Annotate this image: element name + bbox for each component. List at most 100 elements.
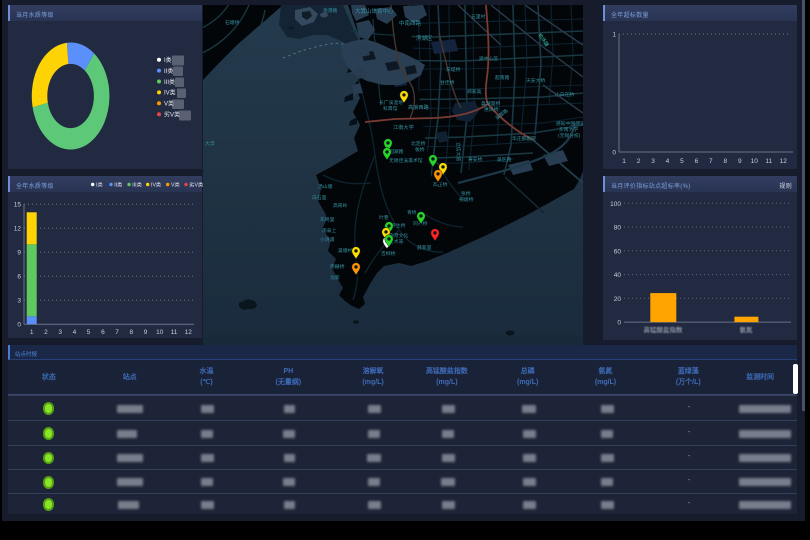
svg-text:吴塘村: 吴塘村 [338, 247, 353, 254]
svg-text:100: 100 [610, 201, 621, 208]
svg-text:无锡佳溪美术馆: 无锡佳溪美术馆 [389, 157, 423, 164]
svg-text:长广溪湿地: 长广溪湿地 [379, 99, 403, 106]
svg-text:郑家奥: 郑家奥 [467, 88, 482, 95]
svg-text:40: 40 [614, 272, 622, 279]
svg-text:0: 0 [17, 322, 21, 329]
svg-text:大浮: 大浮 [205, 140, 215, 147]
svg-text:10: 10 [751, 158, 759, 165]
svg-text:(无量纲): (无量纲) [276, 377, 302, 386]
svg-text:溶解氧: 溶解氧 [363, 366, 384, 375]
svg-text:7: 7 [709, 158, 713, 165]
svg-text:东南大学: 东南大学 [559, 126, 578, 133]
svg-text:6: 6 [17, 274, 21, 281]
svg-text:11: 11 [765, 158, 772, 165]
svg-text:高浪西路: 高浪西路 [408, 103, 430, 111]
svg-text:蠡湖里桥: 蠡湖里桥 [481, 100, 500, 107]
svg-text:高正桥: 高正桥 [433, 181, 448, 188]
svg-text:小湾浦: 小湾浦 [320, 236, 335, 243]
svg-text:80: 80 [614, 225, 622, 232]
svg-text:12: 12 [780, 158, 788, 165]
svg-text:3: 3 [17, 298, 21, 305]
svg-text:高奇岭: 高奇岭 [333, 202, 348, 209]
svg-text:北定桥: 北定桥 [411, 140, 426, 147]
svg-text:1: 1 [612, 32, 616, 39]
svg-text:吴区路: 吴区路 [497, 156, 512, 163]
svg-text:4: 4 [666, 158, 670, 165]
svg-text:氨氮: 氨氮 [740, 325, 754, 334]
svg-text:(mg/L): (mg/L) [595, 379, 616, 386]
svg-text:8: 8 [723, 158, 727, 165]
svg-text:I类: I类 [96, 181, 103, 189]
svg-text:东鸠里: 东鸠里 [320, 216, 335, 223]
svg-text:4: 4 [73, 329, 77, 336]
svg-text:II类: II类 [164, 67, 173, 75]
svg-text:8: 8 [129, 329, 133, 336]
svg-text:2: 2 [637, 158, 641, 165]
svg-text:氨氮: 氨氮 [599, 366, 613, 375]
svg-text:天安大桥: 天安大桥 [526, 77, 545, 84]
svg-text:惠风桥: 惠风桥 [484, 106, 499, 113]
svg-text:0: 0 [617, 320, 621, 327]
svg-text:水温: 水温 [200, 366, 214, 375]
svg-text:白石里: 白石里 [312, 194, 327, 201]
svg-text:祝塘桥: 祝塘桥 [459, 196, 474, 203]
svg-text:20: 20 [614, 296, 622, 303]
svg-text:甘佳桥: 甘佳桥 [440, 79, 455, 86]
svg-text:吉柳桥: 吉柳桥 [381, 250, 396, 257]
svg-text:大箕山体育中心: 大箕山体育中心 [355, 7, 394, 15]
svg-text:5: 5 [87, 329, 91, 336]
svg-text:高锰酸盐指数: 高锰酸盐指数 [644, 325, 684, 334]
svg-text:石塘桥: 石塘桥 [225, 19, 240, 26]
svg-text:6: 6 [101, 329, 105, 336]
svg-text:状态: 状态 [42, 372, 56, 381]
svg-text:(无锡分校): (无锡分校) [558, 132, 581, 139]
svg-text:梁中心区: 梁中心区 [479, 55, 498, 62]
svg-text:叶巷: 叶巷 [379, 214, 389, 221]
svg-text:劣V类: 劣V类 [164, 111, 180, 119]
svg-text:站点: 站点 [123, 372, 137, 381]
svg-text:I类: I类 [164, 56, 172, 64]
svg-text:9: 9 [738, 158, 742, 165]
svg-text:机场路: 机场路 [536, 32, 550, 48]
svg-text:超南路: 超南路 [495, 74, 510, 81]
svg-text:15: 15 [14, 202, 22, 209]
svg-text:6: 6 [695, 158, 699, 165]
svg-text:III类: III类 [164, 78, 175, 86]
svg-text:(℃): (℃) [200, 378, 212, 386]
svg-text:12: 12 [14, 226, 22, 233]
svg-text:0: 0 [612, 150, 616, 157]
svg-text:IV类: IV类 [151, 181, 161, 189]
svg-text:(万个/L): (万个/L) [676, 377, 701, 386]
svg-text:PH: PH [283, 368, 293, 375]
svg-text:总磷: 总磷 [521, 366, 535, 375]
svg-text:蓝绿藻: 蓝绿藻 [678, 366, 700, 375]
svg-text:III类: III类 [132, 181, 142, 189]
svg-text:1: 1 [30, 329, 34, 336]
svg-text:五里村: 五里村 [471, 13, 486, 20]
svg-text:沈家: 沈家 [330, 274, 340, 281]
svg-text:60: 60 [614, 248, 622, 255]
svg-text:5: 5 [680, 158, 684, 165]
svg-text:V类: V类 [171, 181, 180, 189]
svg-text:监测时间: 监测时间 [746, 372, 774, 381]
svg-text:感知中国博览园: 感知中国博览园 [556, 120, 583, 127]
svg-text:薛家里: 薛家里 [417, 244, 432, 251]
svg-text:11: 11 [171, 329, 178, 336]
svg-text:小白在桥: 小白在桥 [555, 91, 574, 98]
svg-text:9: 9 [17, 250, 21, 257]
svg-text:IV类: IV类 [164, 89, 176, 97]
svg-text:华庄都剧院: 华庄都剧院 [512, 135, 536, 142]
svg-text:II类: II类 [114, 181, 122, 189]
svg-text:滨湖区: 滨湖区 [416, 34, 433, 42]
svg-text:汤山塘: 汤山塘 [318, 183, 333, 190]
svg-text:南泰上: 南泰上 [322, 227, 337, 234]
svg-text:科霄馆: 科霄馆 [383, 105, 398, 112]
svg-text:中南西路: 中南西路 [399, 19, 422, 27]
svg-text:3: 3 [58, 329, 62, 336]
svg-text:高锰酸盐指数: 高锰酸盐指数 [426, 366, 468, 375]
svg-text:张桥: 张桥 [461, 190, 471, 197]
svg-text:9: 9 [144, 329, 148, 336]
svg-text:寿安桥: 寿安桥 [468, 156, 483, 163]
svg-text:12: 12 [185, 329, 193, 336]
svg-text:1: 1 [622, 158, 626, 165]
